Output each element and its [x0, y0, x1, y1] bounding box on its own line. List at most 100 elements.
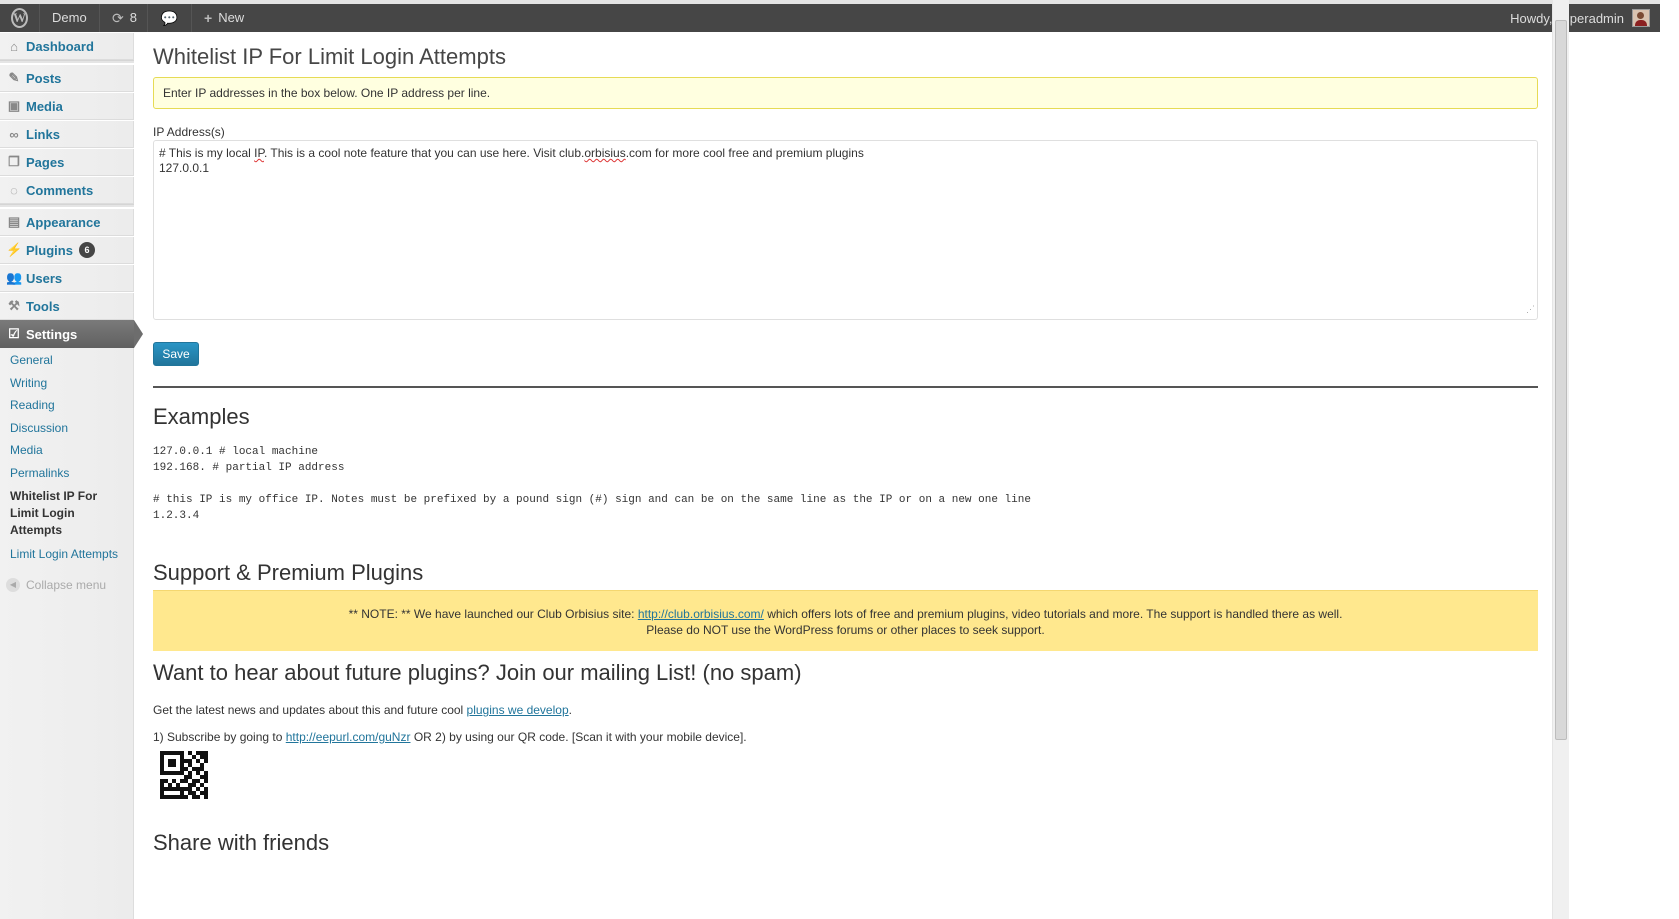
mailing-list-heading: Want to hear about future plugins? Join …	[153, 660, 802, 685]
page-title: Whitelist IP For Limit Login Attempts	[153, 44, 506, 69]
textarea-text: # This is my local	[159, 146, 255, 160]
submenu-item-permalinks[interactable]: Permalinks	[0, 463, 134, 484]
refresh-icon: ⟳	[112, 10, 124, 26]
eepurl-subscribe-link[interactable]: http://eepurl.com/guNzr	[286, 730, 411, 744]
settings-submenu: General Writing Reading Discussion Media…	[0, 350, 134, 565]
paragraph-text: 1) Subscribe by going to	[153, 730, 286, 744]
club-orbisius-link[interactable]: http://club.orbisius.com/	[638, 607, 764, 621]
wordpress-logo-button[interactable]: W	[0, 4, 40, 32]
sidebar-item-label: Plugins	[26, 242, 73, 258]
plus-icon: +	[204, 10, 213, 26]
comments-link[interactable]: 💬	[148, 4, 192, 32]
site-name: Demo	[52, 10, 87, 25]
sidebar-item-label: Comments	[26, 182, 94, 198]
plugins-we-develop-link[interactable]: plugins we develop	[467, 703, 569, 717]
collapse-arrow-icon: ◀	[6, 578, 20, 592]
submenu-item-media[interactable]: Media	[0, 440, 134, 461]
scrollbar-thumb[interactable]	[1555, 20, 1567, 740]
tools-icon: ⚒	[8, 298, 20, 313]
sidebar-item-comments[interactable]: ◌ Comments	[0, 176, 134, 204]
subscribe-paragraph: 1) Subscribe by going to http://eepurl.c…	[153, 730, 747, 744]
pin-icon: ✎	[8, 70, 20, 85]
dashboard-icon: ⌂	[10, 38, 18, 54]
examples-heading: Examples	[153, 404, 250, 429]
mailing-paragraph: Get the latest news and updates about th…	[153, 703, 572, 717]
textarea-text: IP	[254, 146, 264, 160]
sidebar-item-links[interactable]: ∞ Links	[0, 120, 134, 148]
support-warning-line: Please do NOT use the WordPress forums o…	[646, 623, 1045, 637]
page-scrollbar[interactable]	[1552, 0, 1569, 919]
paragraph-text: Get the latest news and updates about th…	[153, 703, 467, 717]
avatar	[1632, 9, 1650, 27]
sidebar-item-label: Appearance	[26, 214, 101, 230]
sidebar-item-settings[interactable]: ☑ Settings	[0, 320, 143, 348]
instruction-notice: Enter IP addresses in the box below. One…	[153, 77, 1538, 109]
sidebar-item-label: Posts	[26, 70, 62, 86]
sidebar-item-users[interactable]: 👥 Users	[0, 264, 134, 292]
admin-bar: W Demo ⟳ 8 💬 + New Howdy, superadmin	[0, 0, 1660, 32]
collapse-menu-button[interactable]: ◀ Collapse menu	[6, 578, 106, 592]
plugin-icon: ⚡	[6, 242, 23, 257]
plugins-update-badge: 6	[78, 242, 95, 258]
new-content-link[interactable]: + New	[192, 4, 262, 32]
updates-count: 8	[129, 10, 137, 25]
site-name-link[interactable]: Demo	[40, 4, 100, 32]
my-account-link[interactable]: Howdy, superadmin	[1510, 4, 1660, 32]
media-icon: ▣	[7, 98, 21, 113]
new-label: New	[218, 10, 245, 25]
submenu-item-reading[interactable]: Reading	[0, 395, 134, 416]
submenu-item-discussion[interactable]: Discussion	[0, 418, 134, 439]
sidebar-item-pages[interactable]: ❐ Pages	[0, 148, 134, 176]
admin-sidebar: ⌂ Dashboard ✎ Posts ▣ Media ∞ Links ❐ Pa…	[0, 32, 143, 919]
textarea-text: 127.0.0.1	[159, 160, 210, 175]
paragraph-text: .	[568, 703, 572, 717]
submenu-item-general[interactable]: General	[0, 350, 134, 371]
submenu-item-limit-login-attempts[interactable]: Limit Login Attempts	[0, 544, 134, 565]
users-icon: 👥	[6, 270, 23, 285]
support-text: ** NOTE: ** We have launched our Club Or…	[348, 607, 638, 621]
support-notice: ** NOTE: ** We have launched our Club Or…	[153, 590, 1538, 651]
sidebar-item-label: Tools	[26, 298, 60, 314]
sidebar-item-label: Pages	[26, 154, 65, 170]
wordpress-logo-icon: W	[11, 8, 28, 28]
divider	[153, 386, 1538, 388]
qr-code-image	[160, 751, 208, 799]
share-heading: Share with friends	[153, 830, 330, 855]
updates-link[interactable]: ⟳ 8	[100, 4, 148, 32]
pages-icon: ❐	[8, 154, 20, 169]
submenu-item-writing[interactable]: Writing	[0, 373, 134, 394]
comment-bubble-icon: 💬	[160, 10, 179, 26]
sidebar-item-plugins[interactable]: ⚡ Plugins 6	[0, 236, 134, 264]
textarea-text: .com for more cool free and premium plug…	[625, 146, 864, 160]
example-line: 127.0.0.1 # local machine	[153, 446, 319, 458]
sidebar-item-label: Links	[26, 126, 60, 142]
sidebar-item-dashboard[interactable]: ⌂ Dashboard	[0, 32, 134, 60]
textarea-text: . This is a cool note feature that you c…	[263, 146, 585, 160]
settings-icon: ☑	[8, 326, 20, 341]
example-line: 192.168. # partial IP address	[153, 462, 345, 474]
sidebar-item-appearance[interactable]: ▤ Appearance	[0, 208, 134, 236]
resize-handle-icon[interactable]: ⋰	[1526, 302, 1535, 317]
sidebar-item-label: Dashboard	[26, 38, 94, 54]
sidebar-item-label: Users	[26, 270, 63, 286]
sidebar-item-media[interactable]: ▣ Media	[0, 92, 134, 120]
submenu-item-whitelist-ip[interactable]: Whitelist IP For Limit Login Attempts	[0, 485, 134, 542]
sidebar-item-label: Media	[26, 98, 63, 114]
sidebar-item-label: Settings	[26, 326, 78, 342]
textarea-text: orbisius	[584, 146, 626, 160]
appearance-icon: ▤	[7, 214, 21, 229]
sidebar-item-tools[interactable]: ⚒ Tools	[0, 292, 134, 320]
collapse-label: Collapse menu	[26, 578, 107, 592]
ip-address-textarea[interactable]: # This is my local IP. This is a cool no…	[153, 140, 1538, 320]
comment-icon: ◌	[10, 182, 18, 198]
support-note-line: ** NOTE: ** We have launched our Club Or…	[153, 606, 1538, 622]
support-heading: Support & Premium Plugins	[153, 560, 424, 585]
example-line: # this IP is my office IP. Notes must be…	[153, 494, 1031, 506]
sidebar-item-posts[interactable]: ✎ Posts	[0, 64, 134, 92]
ip-address-label: IP Address(s)	[153, 125, 225, 139]
paragraph-text: OR 2) by using our QR code. [Scan it wit…	[410, 730, 747, 744]
support-text: which offers lots of free and premium pl…	[763, 607, 1343, 621]
link-icon: ∞	[9, 126, 19, 142]
example-line: 1.2.3.4	[153, 510, 200, 522]
save-button[interactable]: Save	[153, 342, 199, 366]
